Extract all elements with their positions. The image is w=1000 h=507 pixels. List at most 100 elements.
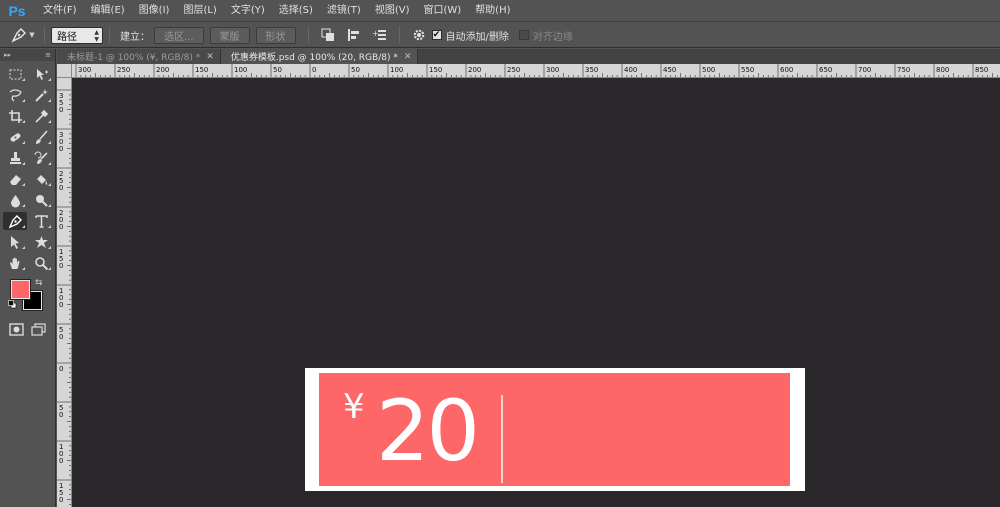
move-icon <box>36 68 48 80</box>
document-tab-bar: 未标题-1 @ 100% (¥, RGB/8) * ✕ 优惠券模板.psd @ … <box>57 49 1000 64</box>
path-arrangement-icon: + <box>372 29 386 40</box>
magic-wand-tool[interactable] <box>29 86 53 104</box>
eyedropper-tool[interactable] <box>29 107 53 125</box>
ruler-label: 50 <box>273 66 282 74</box>
expand-panel-icon[interactable]: ▸▸ <box>4 51 11 59</box>
close-icon[interactable]: ✕ <box>404 52 412 62</box>
make-selection-button[interactable]: 选区... <box>154 26 204 44</box>
menu-window[interactable]: 窗口(W) <box>416 0 468 22</box>
ruler-label: 0 <box>59 262 63 270</box>
healing-bandage-icon <box>10 132 20 142</box>
pen-mode-select[interactable]: 路径 ▲ ▼ <box>51 26 103 44</box>
path-arrangement-button[interactable]: + <box>370 26 390 44</box>
ruler-label: 250 <box>507 66 520 74</box>
paint-bucket-tool[interactable] <box>29 170 53 188</box>
pen-tool-icon <box>11 28 27 43</box>
default-colors-icon[interactable] <box>8 300 17 309</box>
eraser-tool[interactable] <box>3 170 27 188</box>
make-mask-button[interactable]: 蒙版 <box>209 26 250 44</box>
coupon-document[interactable]: ¥ 20 <box>305 368 805 491</box>
lasso-tool[interactable] <box>3 86 27 104</box>
ruler-origin[interactable] <box>57 64 72 78</box>
ruler-label: 250 <box>117 66 130 74</box>
marquee-icon <box>9 69 21 79</box>
quick-mask-button[interactable] <box>6 320 28 338</box>
screen-mode-button[interactable] <box>28 320 50 338</box>
path-alignment-button[interactable] <box>344 26 364 44</box>
spot-healing-tool[interactable] <box>3 128 27 146</box>
foreground-color-swatch[interactable] <box>10 279 31 300</box>
move-tool[interactable] <box>29 65 53 83</box>
paint-bucket-icon <box>36 174 47 185</box>
ruler-label: 300 <box>78 66 91 74</box>
menu-file[interactable]: 文件(F) <box>36 0 84 22</box>
divider <box>398 26 400 44</box>
make-label: 建立： <box>120 31 150 43</box>
swap-colors-icon[interactable]: ⇆ <box>35 278 43 288</box>
menu-help[interactable]: 帮助(H) <box>468 0 517 22</box>
divider <box>109 26 110 44</box>
path-operations-button[interactable] <box>318 26 338 44</box>
pen-tool[interactable] <box>3 212 27 230</box>
ruler-label: 0 <box>59 365 63 373</box>
brush-icon <box>35 129 48 144</box>
history-brush-tool[interactable] <box>29 149 53 167</box>
dodge-icon <box>35 194 48 207</box>
geometry-options-button[interactable] <box>409 26 429 44</box>
arrow-pointer-icon <box>10 235 19 249</box>
marquee-tool[interactable] <box>3 65 27 83</box>
divider <box>307 26 309 44</box>
ruler-label: 500 <box>702 66 715 74</box>
tab-label: 未标题-1 @ 100% (¥, RGB/8) * <box>67 53 201 63</box>
menu-type[interactable]: 文字(Y) <box>224 0 272 22</box>
tab-untitled-1[interactable]: 未标题-1 @ 100% (¥, RGB/8) * ✕ <box>57 49 221 64</box>
tab-coupon-template[interactable]: 优惠券模板.psd @ 100% (20, RGB/8) * ✕ <box>220 49 419 64</box>
ruler-label: 400 <box>624 66 637 74</box>
tool-preset-picker[interactable]: ▼ <box>8 25 38 45</box>
pen-mode-value: 路径 <box>57 31 77 43</box>
blur-drop-icon <box>10 194 20 207</box>
brush-tool[interactable] <box>29 128 53 146</box>
menu-filter[interactable]: 滤镜(T) <box>320 0 368 22</box>
tools-panel: ▸▸ ≡ ⇆ <box>0 49 56 507</box>
tools-panel-header[interactable]: ▸▸ ≡ <box>0 49 55 61</box>
clone-stamp-tool[interactable] <box>3 149 27 167</box>
align-edges-checkbox[interactable] <box>518 30 529 40</box>
grip-icon: ≡ <box>45 51 51 59</box>
svg-text:+: + <box>372 29 379 38</box>
horizontal-ruler[interactable]: 300 250 200 150 100 50 0 50 100 150 200 250 300 350 40… <box>72 64 1000 78</box>
ruler-label: 450 <box>663 66 676 74</box>
zoom-tool[interactable] <box>29 254 53 272</box>
custom-shape-tool[interactable] <box>29 233 53 251</box>
document-canvas[interactable]: ¥ 20 <box>72 78 1000 507</box>
vertical-ruler[interactable]: 35030025020015010050050100150 <box>57 78 72 507</box>
menu-select[interactable]: 选择(S) <box>272 0 320 22</box>
type-tool[interactable] <box>29 212 53 230</box>
blur-tool[interactable] <box>3 191 27 209</box>
color-swatches: ⇆ <box>8 278 55 318</box>
ruler-label: 0 <box>312 66 316 74</box>
coupon-amount: 20 <box>376 382 480 480</box>
path-selection-tool[interactable] <box>3 233 27 251</box>
dodge-tool[interactable] <box>29 191 53 209</box>
ruler-label: 150 <box>429 66 442 74</box>
crop-icon <box>8 109 22 123</box>
make-shape-button[interactable]: 形状 <box>255 26 296 44</box>
menu-image[interactable]: 图像(I) <box>132 0 177 22</box>
ruler-label: 0 <box>59 457 63 465</box>
ruler-label: 0 <box>59 411 63 419</box>
horizontal-ruler-ticks: 300 250 200 150 100 50 0 50 100 150 200 250 300 350 40… <box>75 64 998 77</box>
menu-view[interactable]: 视图(V) <box>368 0 417 22</box>
select-arrows-icon: ▲ ▼ <box>94 28 99 43</box>
hand-tool[interactable] <box>3 254 27 272</box>
close-icon[interactable]: ✕ <box>206 52 214 62</box>
menu-layer[interactable]: 图层(L) <box>176 0 223 22</box>
chevron-down-icon: ▼ <box>29 31 35 39</box>
align-edges-label: 对齐边缘 <box>532 31 573 43</box>
ruler-label: 300 <box>546 66 559 74</box>
menu-edit[interactable]: 编辑(E) <box>84 0 132 22</box>
crop-tool[interactable] <box>3 107 27 125</box>
menu-bar: Ps 文件(F) 编辑(E) 图像(I) 图层(L) 文字(Y) 选择(S) 滤… <box>0 0 1000 22</box>
ruler-label: 100 <box>390 66 403 74</box>
auto-add-delete-checkbox[interactable]: ✔ <box>431 30 442 40</box>
